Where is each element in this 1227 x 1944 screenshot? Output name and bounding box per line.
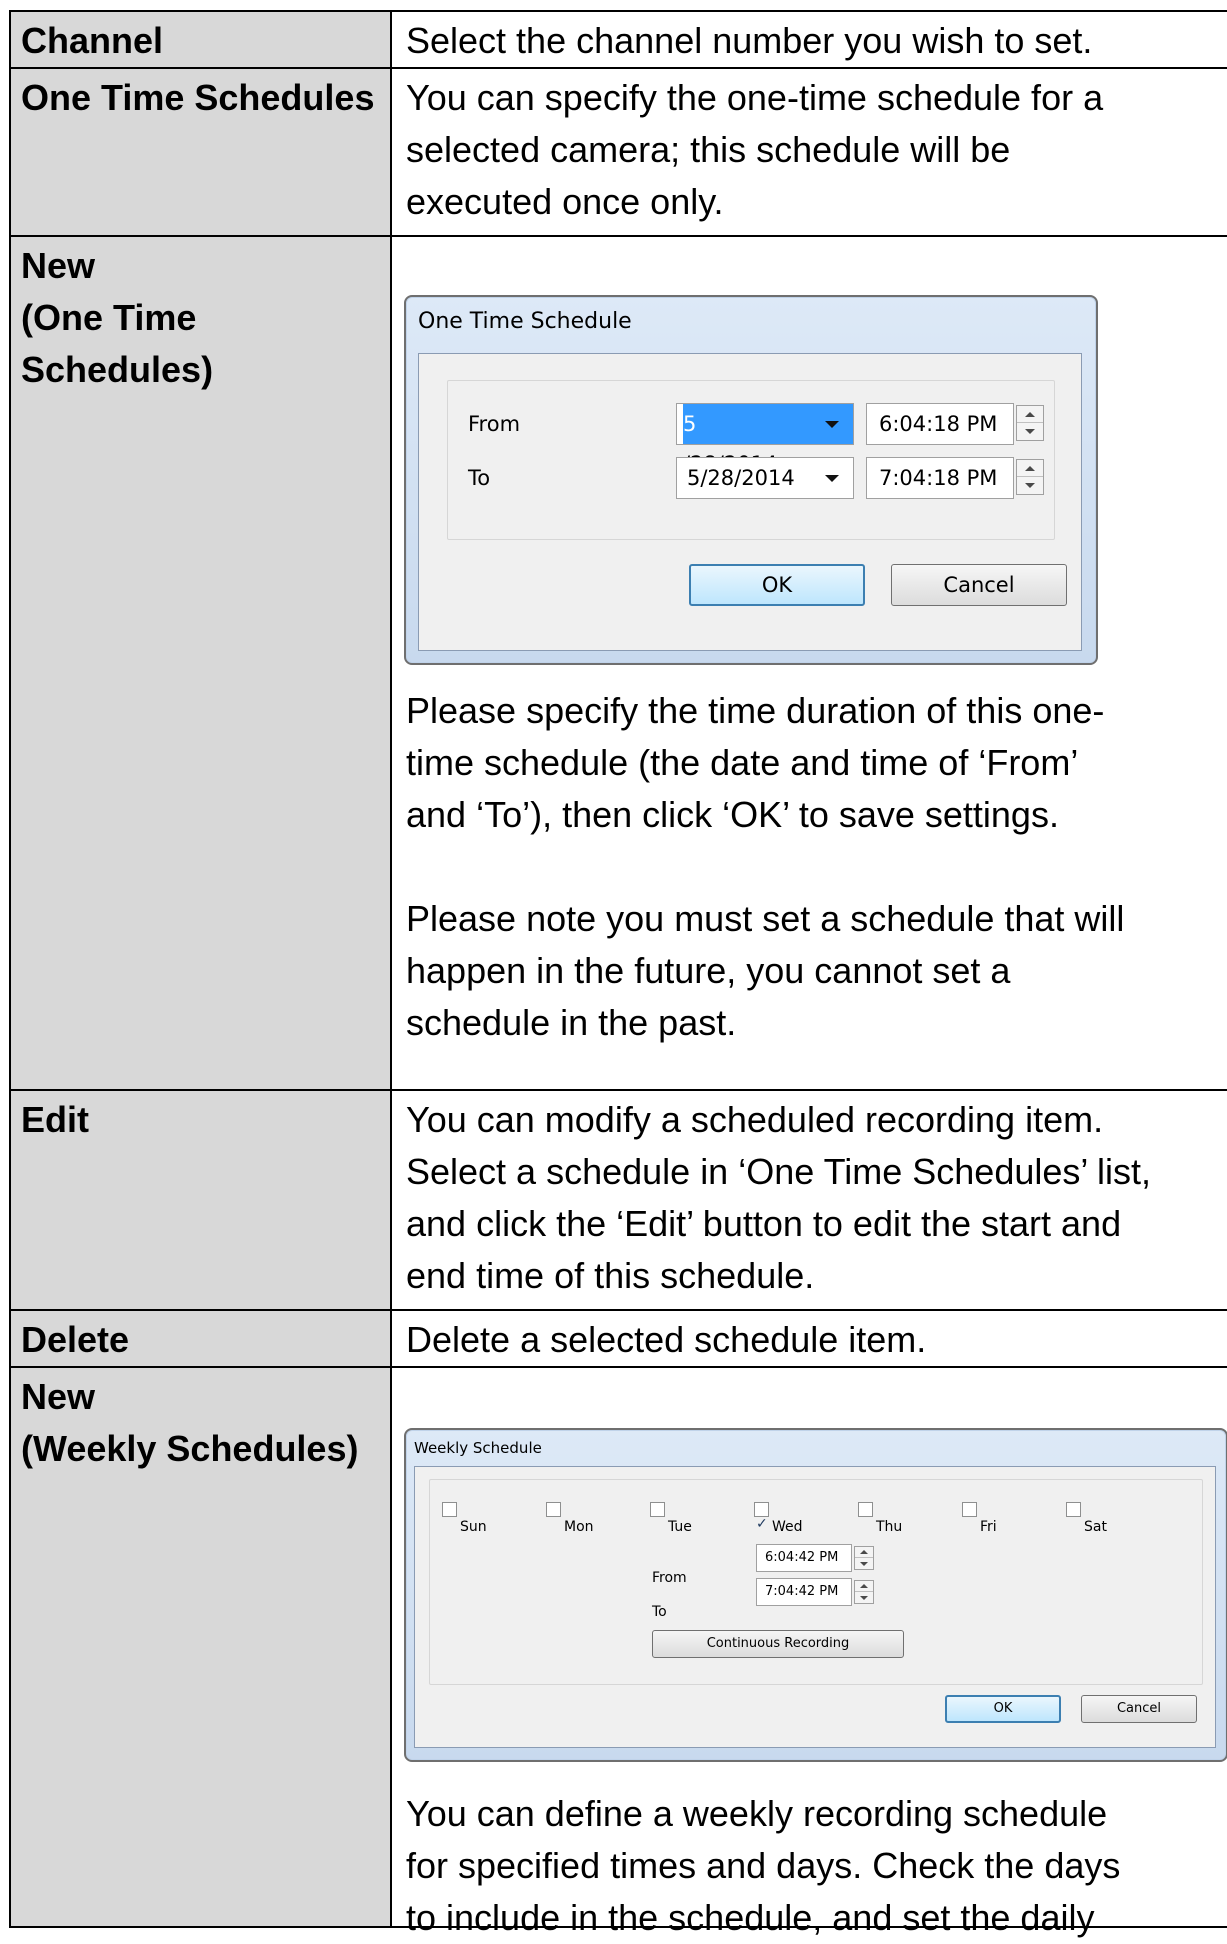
one-time-schedule-dialog: One Time Schedule From 5/28/2014 6:04:18… <box>404 295 1098 665</box>
spin-up-icon[interactable] <box>855 1547 873 1558</box>
table-row-edit: Edit You can modify a scheduled recordin… <box>9 1089 1227 1311</box>
row-label: Edit <box>9 1089 392 1311</box>
row-description: Weekly Schedule SunMonTueWedThuFriSat Fr… <box>390 1366 1227 1938</box>
to-time-field[interactable]: 7:04:42 PM <box>756 1578 852 1606</box>
weekly-options-group: SunMonTueWedThuFriSat From 6:04:42 PM To… <box>429 1479 1203 1685</box>
weekly-schedule-dialog: Weekly Schedule SunMonTueWedThuFriSat Fr… <box>404 1428 1227 1762</box>
spin-up-icon[interactable] <box>1017 460 1043 477</box>
to-date-picker[interactable]: 5/28/2014 <box>676 457 854 499</box>
row-description: Delete a selected schedule item. <box>390 1309 1227 1368</box>
spin-down-icon[interactable] <box>855 1558 873 1569</box>
row-label: One Time Schedules <box>9 67 392 237</box>
row-description: You can specify the one-time schedule fo… <box>390 67 1227 237</box>
day-label: Fri <box>980 1519 997 1535</box>
ok-button[interactable]: OK <box>945 1695 1061 1723</box>
day-checkbox-fri[interactable] <box>962 1502 977 1517</box>
cancel-button[interactable]: Cancel <box>891 564 1067 606</box>
day-checkbox-thu[interactable] <box>858 1502 873 1517</box>
table-row-delete: Delete Delete a selected schedule item. <box>9 1309 1227 1368</box>
cancel-button[interactable]: Cancel <box>1081 1695 1197 1723</box>
day-checkbox-sat[interactable] <box>1066 1502 1081 1517</box>
day-label: Thu <box>876 1519 903 1535</box>
spin-down-icon[interactable] <box>855 1592 873 1603</box>
row-label: Delete <box>9 1309 392 1368</box>
instructions: Please specify the time duration of this… <box>406 690 1125 1043</box>
day-checkbox-wed[interactable] <box>754 1498 769 1550</box>
table-row-channel: Channel Select the channel number you wi… <box>9 10 1227 69</box>
row-label: New (Weekly Schedules) <box>9 1366 392 1928</box>
continuous-recording-button[interactable]: Continuous Recording <box>652 1630 904 1658</box>
day-label: Mon <box>564 1519 594 1535</box>
chevron-down-icon[interactable] <box>825 421 839 428</box>
table-row-one-time-schedules: One Time Schedules You can specify the o… <box>9 67 1227 237</box>
row-description: Select the channel number you wish to se… <box>390 10 1227 69</box>
dialog-title: Weekly Schedule <box>414 1439 542 1457</box>
from-label: From <box>468 412 521 436</box>
from-time-spinner[interactable] <box>854 1546 874 1570</box>
from-date-picker[interactable]: 5/28/2014 <box>676 403 854 476</box>
dialog-client-area: SunMonTueWedThuFriSat From 6:04:42 PM To… <box>414 1466 1216 1748</box>
from-time-spinner[interactable] <box>1016 405 1044 441</box>
spin-down-icon[interactable] <box>1017 423 1043 440</box>
from-time-field[interactable]: 6:04:18 PM <box>866 403 1014 445</box>
day-label: Sat <box>1084 1519 1107 1535</box>
day-checkbox-mon[interactable] <box>546 1502 561 1517</box>
day-checkbox-sun[interactable] <box>442 1502 457 1517</box>
ok-button[interactable]: OK <box>689 564 865 606</box>
row-label: Channel <box>9 10 392 69</box>
dialog-client-area: From 5/28/2014 6:04:18 PM To <box>418 353 1082 651</box>
day-checkbox-tue[interactable] <box>650 1502 665 1517</box>
weekly-instructions: You can define a weekly recording schedu… <box>406 1793 1121 1938</box>
spin-up-icon[interactable] <box>855 1581 873 1592</box>
row-description: You can modify a scheduled recording ite… <box>390 1089 1227 1311</box>
row-label: New (One Time Schedules) <box>9 235 392 1091</box>
table-row-new-one-time: New (One Time Schedules) One Time Schedu… <box>9 235 1227 1091</box>
table-row-new-weekly: New (Weekly Schedules) Weekly Schedule S… <box>9 1366 1227 1938</box>
to-label: To <box>468 466 491 490</box>
to-time-field[interactable]: 7:04:18 PM <box>866 457 1014 499</box>
chevron-down-icon[interactable] <box>825 475 839 482</box>
settings-table: Channel Select the channel number you wi… <box>9 10 1227 1938</box>
spin-down-icon[interactable] <box>1017 477 1043 494</box>
dialog-title: One Time Schedule <box>418 309 632 334</box>
to-time-spinner[interactable] <box>1016 459 1044 495</box>
spin-up-icon[interactable] <box>1017 406 1043 423</box>
day-label: Sun <box>460 1519 487 1535</box>
row-description: One Time Schedule From 5/28/2014 6:04:18… <box>390 235 1227 1091</box>
from-time-field[interactable]: 6:04:42 PM <box>756 1544 852 1572</box>
day-label: Tue <box>668 1519 692 1535</box>
to-time-spinner[interactable] <box>854 1580 874 1604</box>
date-time-group: From 5/28/2014 6:04:18 PM To <box>447 380 1055 540</box>
